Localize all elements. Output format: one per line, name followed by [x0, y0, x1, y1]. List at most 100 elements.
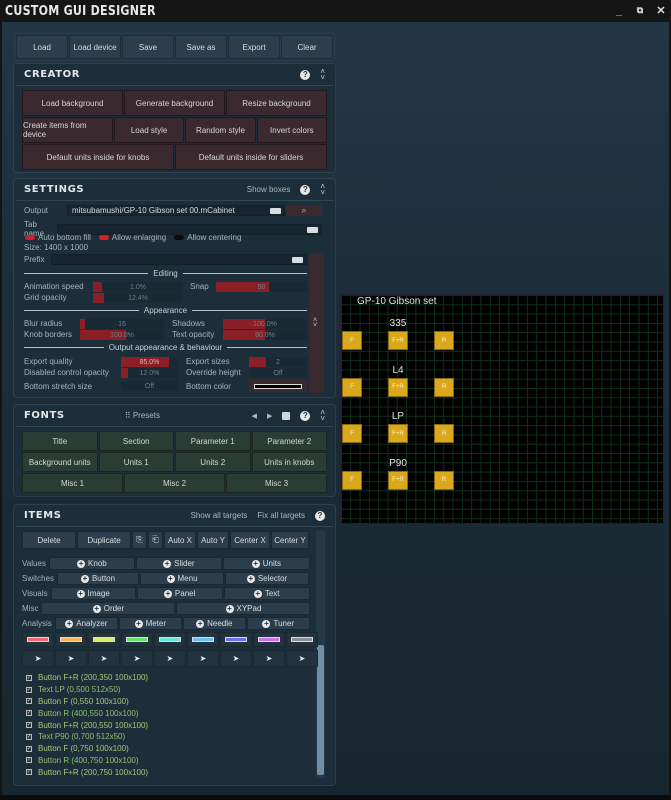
list-item[interactable]: ✓ Button F (0,750 100x100): [22, 743, 312, 755]
checkbox-icon[interactable]: ✓: [26, 698, 32, 705]
animation-speed-slider[interactable]: 1.0%: [93, 282, 183, 292]
bottom-color-picker[interactable]: [249, 380, 307, 392]
color-swatch-button[interactable]: [121, 632, 153, 647]
preview-group-label[interactable]: 335: [378, 318, 418, 329]
checkbox-icon[interactable]: ✓: [26, 733, 32, 740]
add-image-button[interactable]: + Image: [50, 587, 136, 600]
preview-switch-button[interactable]: R: [434, 424, 454, 443]
load-button[interactable]: Load: [16, 35, 68, 59]
allow-enlarging-toggle[interactable]: Allow enlarging: [98, 233, 166, 242]
cursor-icon[interactable]: ➤: [88, 650, 120, 667]
help-icon[interactable]: ?: [300, 69, 311, 80]
add-xypad-button[interactable]: + XYPad: [176, 602, 311, 615]
add-meter-button[interactable]: + Meter: [118, 617, 182, 630]
send-back-icon[interactable]: ⎗: [148, 531, 163, 549]
export-button[interactable]: Export: [228, 35, 280, 59]
blur-radius-slider[interactable]: 16: [80, 319, 164, 329]
text-opacity-slider[interactable]: 80.0%: [223, 330, 307, 340]
default-units-sliders-button[interactable]: Default units inside for sliders: [175, 144, 327, 170]
fullscreen-icon[interactable]: ⧉: [634, 5, 646, 16]
checkbox-icon[interactable]: ✓: [26, 745, 32, 752]
checkbox-icon[interactable]: ✓: [26, 757, 32, 764]
add-menu-button[interactable]: + Menu: [140, 572, 225, 585]
color-swatch-button[interactable]: [253, 632, 285, 647]
fix-all-targets-button[interactable]: Fix all targets: [257, 511, 305, 520]
disabled-opacity-slider[interactable]: 12.0%: [121, 368, 178, 378]
list-item[interactable]: ✓ Button F (0,550 100x100): [22, 696, 312, 708]
cursor-icon[interactable]: ➤: [121, 650, 153, 667]
list-item[interactable]: ✓ Button R (400,750 100x100): [22, 755, 312, 767]
help-icon[interactable]: ?: [300, 184, 311, 195]
minimize-icon[interactable]: _: [613, 5, 625, 17]
preview-switch-button[interactable]: F: [342, 424, 362, 443]
preview-group-label[interactable]: P90: [378, 458, 418, 469]
checkbox-icon[interactable]: ✓: [26, 710, 32, 717]
output-field[interactable]: mitsubamushi/GP-10 Gibson set 00.mCabine…: [67, 205, 285, 216]
auto-bottom-fill-toggle[interactable]: Auto bottom fill: [25, 233, 91, 242]
bottom-stretch-slider[interactable]: Off: [121, 381, 178, 391]
add-panel-button[interactable]: + Panel: [136, 587, 223, 600]
gui-preview-canvas[interactable]: GP-10 Gibson set 335 F F+R R L4 F F+R R LP F F+R R P…: [340, 294, 664, 524]
center-x-button[interactable]: Center X: [230, 531, 270, 549]
center-y-button[interactable]: Center Y: [271, 531, 309, 549]
delete-button[interactable]: Delete: [22, 531, 76, 549]
preview-switch-button[interactable]: R: [434, 331, 454, 350]
bring-front-icon[interactable]: ⎘: [132, 531, 147, 549]
preview-switch-button[interactable]: R: [434, 377, 454, 397]
color-swatch-button[interactable]: [220, 632, 252, 647]
cursor-icon[interactable]: ➤: [22, 650, 54, 667]
prev-preset-icon[interactable]: ◀: [252, 412, 257, 420]
cursor-icon[interactable]: ➤: [253, 650, 285, 667]
load-style-button[interactable]: Load style: [113, 117, 185, 143]
preview-switch-button[interactable]: F: [342, 377, 362, 397]
add-button-button[interactable]: + Button: [57, 572, 140, 585]
preview-switch-button[interactable]: F+R: [388, 377, 408, 397]
collapse-icon[interactable]: ˄ ˅: [320, 408, 325, 422]
allow-centering-toggle[interactable]: Allow centering: [174, 233, 241, 242]
settings-scroll-arrows-icon[interactable]: ˄ ˅: [313, 317, 317, 329]
load-device-button[interactable]: Load device: [69, 35, 121, 59]
preview-switch-button[interactable]: F+R: [388, 424, 408, 443]
grid-opacity-slider[interactable]: 12.4%: [93, 293, 183, 303]
preview-switch-button[interactable]: F: [342, 470, 362, 490]
font-parameter-1-button[interactable]: Parameter 1: [175, 431, 251, 451]
cursor-icon[interactable]: ➤: [220, 650, 252, 667]
preview-switch-button[interactable]: R: [434, 470, 454, 490]
add-selector-button[interactable]: + Selector: [225, 572, 310, 585]
cursor-icon[interactable]: ➤: [154, 650, 186, 667]
snap-slider[interactable]: 50: [216, 282, 307, 292]
font-background-units-button[interactable]: Background units: [22, 452, 98, 472]
font-parameter-2-button[interactable]: Parameter 2: [251, 431, 327, 451]
presets-button[interactable]: ⠿ Presets: [125, 411, 160, 420]
cursor-icon[interactable]: ➤: [187, 650, 219, 667]
shadows-slider[interactable]: 100.0%: [223, 319, 307, 329]
save-button[interactable]: Save: [122, 35, 174, 59]
font-misc-1-button[interactable]: Misc 1: [22, 473, 123, 493]
color-swatch-button[interactable]: [22, 632, 54, 647]
list-item[interactable]: ✓ Button F+R (200,550 100x100): [22, 719, 312, 731]
add-slider-button[interactable]: + Slider: [135, 557, 222, 570]
font-units-2-button[interactable]: Units 2: [175, 452, 251, 472]
add-units-button[interactable]: + Units: [222, 557, 310, 570]
cursor-icon[interactable]: ➤: [55, 650, 87, 667]
random-style-button[interactable]: Random style: [185, 117, 256, 143]
items-scrollbar-thumb[interactable]: [317, 645, 324, 775]
search-button[interactable]: ⌕: [286, 205, 322, 216]
resize-background-button[interactable]: Resize background: [226, 90, 327, 116]
font-misc-2-button[interactable]: Misc 2: [124, 473, 225, 493]
checkbox-icon[interactable]: ✓: [26, 686, 32, 693]
add-analyzer-button[interactable]: + Analyzer: [54, 617, 118, 630]
keyboard-icon[interactable]: [307, 226, 318, 233]
color-swatch-button[interactable]: [154, 632, 186, 647]
preview-switch-button[interactable]: F+R: [388, 470, 408, 490]
add-knob-button[interactable]: + Knob: [48, 557, 135, 570]
collapse-icon[interactable]: ˄ ˅: [320, 182, 325, 196]
font-units-in-knobs-button[interactable]: Units in knobs: [251, 452, 327, 472]
color-swatch-button[interactable]: [88, 632, 120, 647]
knob-borders-slider[interactable]: 100.0%: [80, 330, 164, 340]
invert-colors-button[interactable]: Invert colors: [256, 117, 328, 143]
list-item[interactable]: ✓ Button F+R (200,350 100x100): [22, 672, 312, 684]
prefix-field[interactable]: [51, 254, 307, 265]
create-items-from-device-button[interactable]: Create items from device: [22, 117, 113, 143]
default-units-knobs-button[interactable]: Default units inside for knobs: [22, 144, 174, 170]
